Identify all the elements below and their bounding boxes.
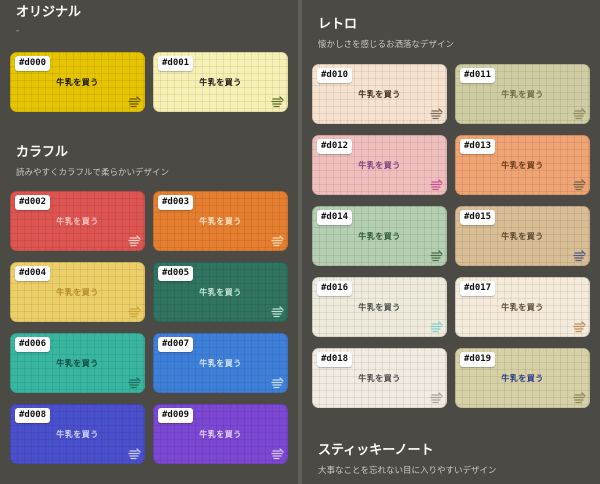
design-card[interactable]: #d008 牛乳を買う bbox=[10, 404, 145, 464]
design-id-tag: #d018 bbox=[317, 352, 353, 367]
sticky-note-icon bbox=[271, 448, 284, 460]
sticky-note-icon bbox=[271, 235, 284, 247]
design-card[interactable]: #d005 牛乳を買う bbox=[153, 262, 288, 322]
section-sticky-note: スティッキーノート 大事なことを忘れない目に入りやすいデザイン bbox=[318, 443, 497, 477]
section-title: スティッキーノート bbox=[318, 443, 434, 458]
design-card[interactable]: #d004 牛乳を買う bbox=[10, 262, 145, 322]
sticky-note-icon bbox=[128, 377, 141, 389]
section-colorful: カラフル 読みやすくカラフルで柔らかいデザイン bbox=[16, 145, 169, 179]
section-subtitle: 懐かしさを感じるお洒落なデザイン bbox=[318, 40, 455, 50]
memo-preview-text: 牛乳を買う bbox=[501, 374, 544, 383]
design-card[interactable]: #d018 牛乳を買う bbox=[312, 348, 447, 408]
section-retro: レトロ 懐かしさを感じるお洒落なデザイン bbox=[318, 17, 454, 51]
memo-preview-text: 牛乳を買う bbox=[358, 161, 401, 170]
sticky-note-icon bbox=[128, 96, 141, 108]
design-id-tag: #d003 bbox=[158, 195, 194, 210]
design-id-tag: #d019 bbox=[460, 352, 496, 367]
memo-preview-text: 牛乳を買う bbox=[501, 303, 544, 312]
design-card[interactable]: #d012 牛乳を買う bbox=[312, 135, 447, 195]
design-id-tag: #d013 bbox=[460, 139, 496, 154]
sticky-note-icon bbox=[128, 306, 141, 318]
sticky-note-icon bbox=[573, 179, 586, 191]
sticky-note-icon bbox=[573, 250, 586, 262]
sticky-note-icon bbox=[573, 108, 586, 120]
design-card[interactable]: #d007 牛乳を買う bbox=[153, 333, 288, 393]
memo-preview-text: 牛乳を買う bbox=[199, 217, 242, 226]
design-card[interactable]: #d000 牛乳を買う bbox=[10, 52, 145, 112]
design-card[interactable]: #d009 牛乳を買う bbox=[153, 404, 288, 464]
design-id-tag: #d001 bbox=[158, 56, 194, 71]
design-id-tag: #d006 bbox=[15, 337, 51, 352]
memo-preview-text: 牛乳を買う bbox=[199, 78, 242, 87]
design-card[interactable]: #d002 牛乳を買う bbox=[10, 191, 145, 251]
section-title: カラフル bbox=[16, 145, 69, 160]
section-subtitle: 読みやすくカラフルで柔らかいデザイン bbox=[16, 168, 170, 178]
sticky-note-icon bbox=[430, 179, 443, 191]
design-id-tag: #d010 bbox=[317, 68, 353, 83]
design-card[interactable]: #d003 牛乳を買う bbox=[153, 191, 288, 251]
memo-preview-text: 牛乳を買う bbox=[56, 359, 99, 368]
memo-preview-text: 牛乳を買う bbox=[501, 232, 544, 241]
memo-preview-text: 牛乳を買う bbox=[358, 303, 401, 312]
sticky-note-icon bbox=[271, 377, 284, 389]
section-subtitle: 大事なことを忘れない目に入りやすいデザイン bbox=[318, 466, 497, 476]
memo-preview-text: 牛乳を買う bbox=[56, 78, 99, 87]
sticky-note-icon bbox=[573, 392, 586, 404]
memo-preview-text: 牛乳を買う bbox=[56, 430, 99, 439]
memo-preview-text: 牛乳を買う bbox=[56, 217, 99, 226]
design-id-tag: #d005 bbox=[158, 266, 194, 281]
design-id-tag: #d016 bbox=[317, 281, 353, 296]
memo-preview-text: 牛乳を買う bbox=[199, 288, 242, 297]
memo-preview-text: 牛乳を買う bbox=[199, 359, 242, 368]
sticky-note-icon bbox=[430, 108, 443, 120]
sticky-note-icon bbox=[430, 321, 443, 333]
design-id-tag: #d014 bbox=[317, 210, 353, 225]
memo-preview-text: 牛乳を買う bbox=[501, 161, 544, 170]
section-subtitle: - bbox=[16, 26, 20, 36]
design-card[interactable]: #d017 牛乳を買う bbox=[455, 277, 590, 337]
memo-preview-text: 牛乳を買う bbox=[56, 288, 99, 297]
sticky-note-icon bbox=[128, 235, 141, 247]
memo-preview-text: 牛乳を買う bbox=[501, 90, 544, 99]
design-card[interactable]: #d010 牛乳を買う bbox=[312, 64, 447, 124]
sticky-note-icon bbox=[271, 306, 284, 318]
design-card[interactable]: #d019 牛乳を買う bbox=[455, 348, 590, 408]
design-card[interactable]: #d015 牛乳を買う bbox=[455, 206, 590, 266]
design-id-tag: #d012 bbox=[317, 139, 353, 154]
design-id-tag: #d004 bbox=[15, 266, 51, 281]
sticky-note-icon bbox=[128, 448, 141, 460]
memo-preview-text: 牛乳を買う bbox=[358, 232, 401, 241]
section-title: レトロ bbox=[318, 17, 358, 32]
design-id-tag: #d000 bbox=[15, 56, 51, 71]
design-card[interactable]: #d016 牛乳を買う bbox=[312, 277, 447, 337]
design-card[interactable]: #d011 牛乳を買う bbox=[455, 64, 590, 124]
memo-preview-text: 牛乳を買う bbox=[358, 90, 401, 99]
design-card[interactable]: #d006 牛乳を買う bbox=[10, 333, 145, 393]
memo-preview-text: 牛乳を買う bbox=[199, 430, 242, 439]
sticky-note-icon bbox=[430, 392, 443, 404]
section-title: オリジナル bbox=[16, 5, 82, 20]
section-original: オリジナル - bbox=[16, 5, 81, 37]
design-card[interactable]: #d014 牛乳を買う bbox=[312, 206, 447, 266]
sticky-note-icon bbox=[271, 96, 284, 108]
design-card[interactable]: #d001 牛乳を買う bbox=[153, 52, 288, 112]
design-id-tag: #d009 bbox=[158, 408, 194, 423]
memo-preview-text: 牛乳を買う bbox=[358, 374, 401, 383]
design-card[interactable]: #d013 牛乳を買う bbox=[455, 135, 590, 195]
sticky-note-icon bbox=[573, 321, 586, 333]
design-id-tag: #d007 bbox=[158, 337, 194, 352]
design-id-tag: #d002 bbox=[15, 195, 51, 210]
sticky-note-icon bbox=[430, 250, 443, 262]
design-id-tag: #d015 bbox=[460, 210, 496, 225]
design-id-tag: #d011 bbox=[460, 68, 496, 83]
design-id-tag: #d008 bbox=[15, 408, 51, 423]
design-id-tag: #d017 bbox=[460, 281, 496, 296]
